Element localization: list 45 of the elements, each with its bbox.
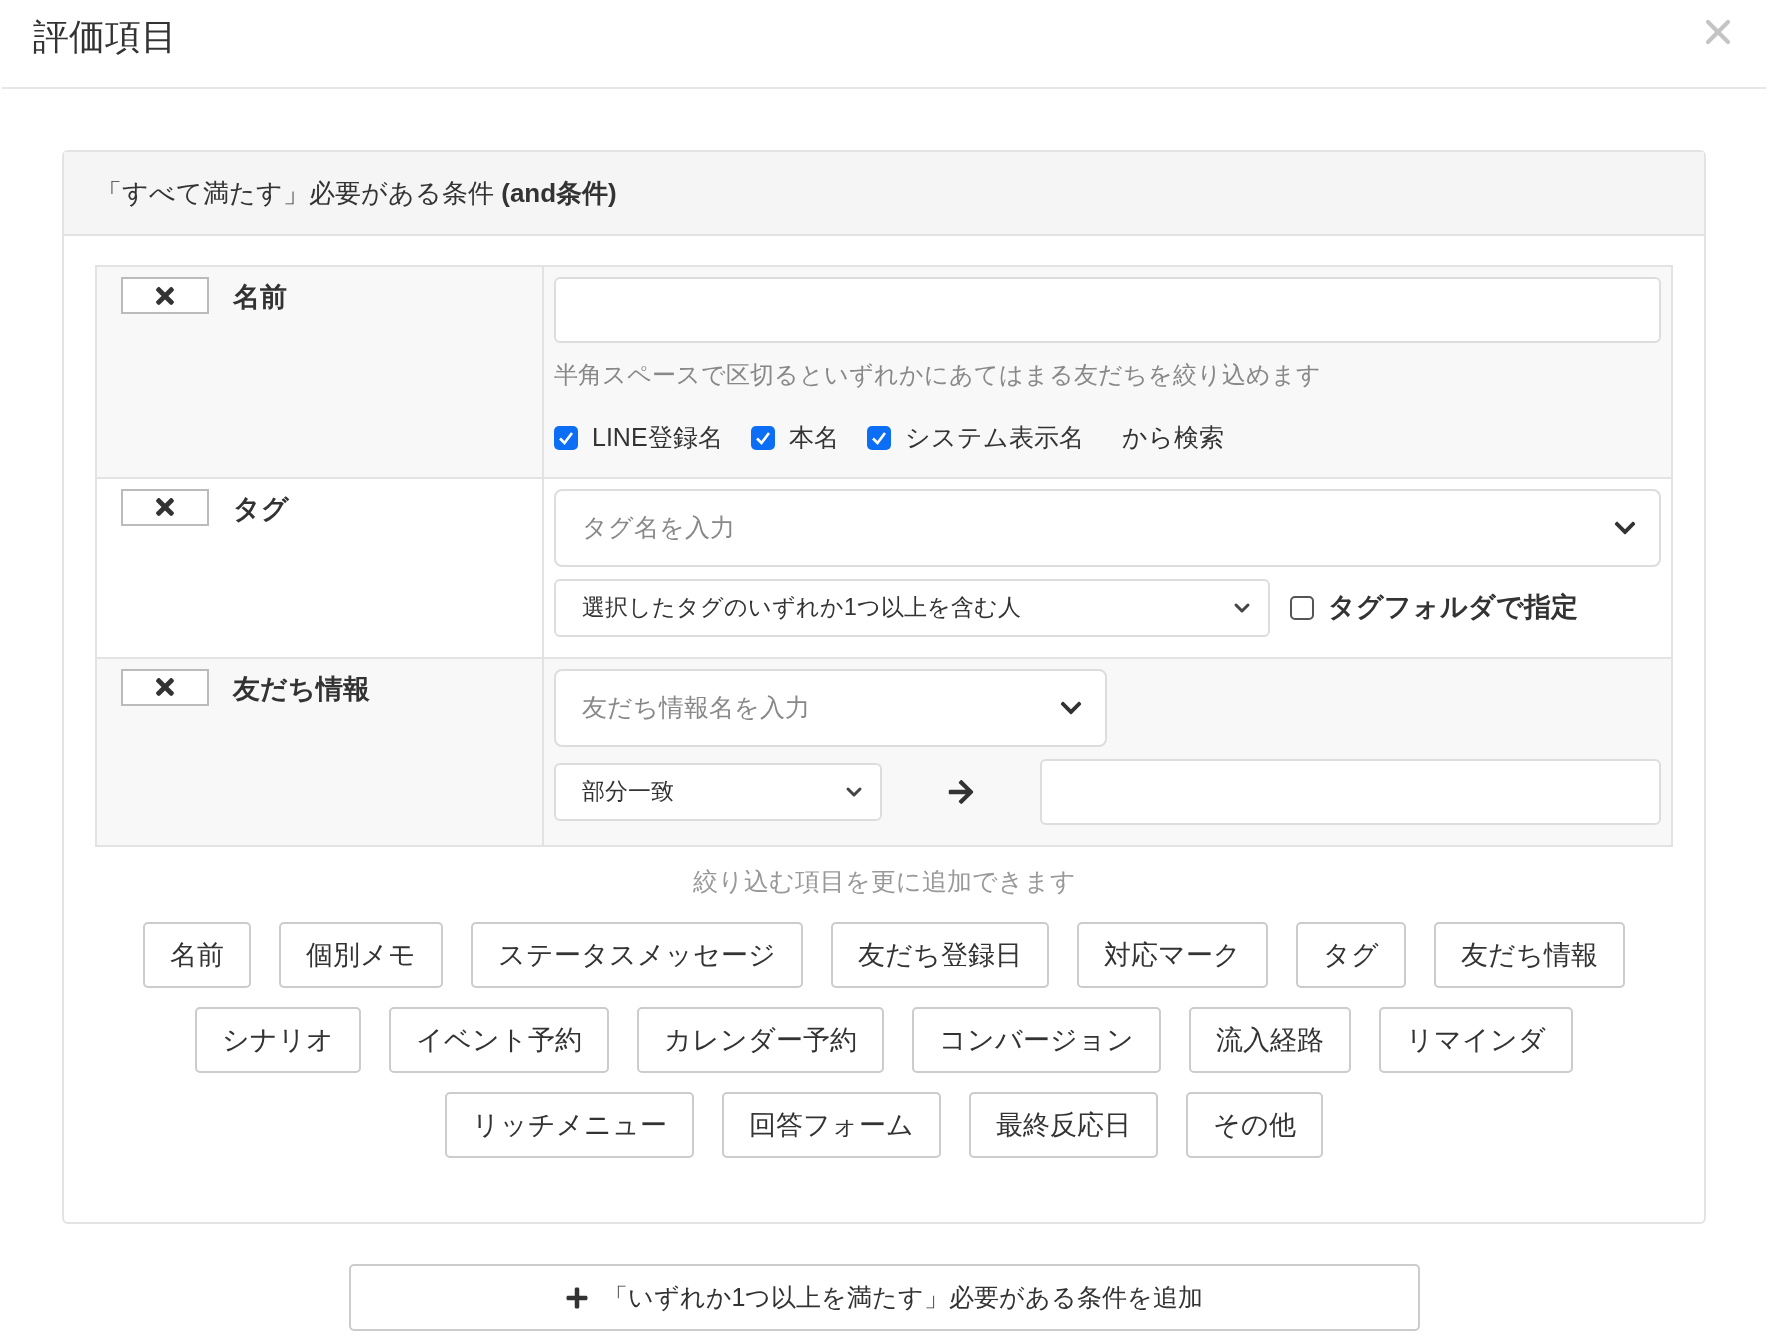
add-condition-button[interactable]: 「いずれか1つ以上を満たす」必要がある条件を追加 (348, 1264, 1420, 1331)
checkbox-label[interactable]: LINE登録名 (592, 419, 723, 457)
checkbox[interactable] (1290, 595, 1314, 620)
suffix-text: から検索 (1121, 422, 1224, 453)
checkbox[interactable] (554, 425, 578, 450)
condition-label: タグ (233, 492, 289, 526)
add-item-button[interactable]: 回答フォーム (722, 1092, 941, 1158)
checkbox-label[interactable]: 本名 (788, 419, 839, 457)
condition-label: 友だち情報 (233, 672, 370, 706)
value-field[interactable] (1040, 758, 1661, 825)
add-item-button[interactable]: ステータスメッセージ (471, 922, 803, 988)
condition-label: 名前 (233, 281, 287, 314)
dialog-title: 評価項目 (33, 15, 177, 59)
combo-field[interactable]: タグ名を入力 (554, 488, 1661, 567)
add-item-button[interactable]: カレンダー予約 (637, 1007, 884, 1073)
combo-field[interactable]: 友だち情報名を入力 (554, 668, 1107, 747)
checkbox-label[interactable]: タグフォルダで指定 (1328, 587, 1578, 628)
add-item-button[interactable]: シナリオ (195, 1007, 361, 1073)
group-title: 「すべて満たす」必要がある条件 (and条件) (96, 176, 617, 210)
add-item-button[interactable]: タグ (1296, 922, 1406, 988)
add-item-button[interactable]: リマインダ (1379, 1007, 1573, 1073)
add-item-button[interactable]: 対応マーク (1077, 922, 1268, 988)
match-select[interactable]: 部分一致 (554, 762, 882, 821)
add-item-button[interactable]: その他 (1186, 1092, 1323, 1158)
add-item-button[interactable]: イベント予約 (389, 1007, 609, 1073)
add-item-button[interactable]: 友だち登録日 (831, 922, 1049, 988)
arrow-right-icon (947, 777, 975, 806)
checkbox-label[interactable]: システム表示名 (904, 419, 1084, 457)
add-hint: 絞り込む項目を更に追加できます (692, 865, 1076, 897)
checkbox[interactable] (866, 425, 891, 450)
add-item-button[interactable]: 流入経路 (1189, 1007, 1351, 1073)
add-item-button[interactable]: リッチメニュー (445, 1092, 694, 1158)
remove-button[interactable] (121, 668, 209, 706)
add-item-button[interactable]: 友だち情報 (1434, 922, 1625, 988)
match-select[interactable]: 選択したタグのいずれか1つ以上を含む人 (554, 578, 1270, 637)
add-item-button[interactable]: 個別メモ (279, 922, 443, 988)
text-field[interactable] (554, 277, 1661, 343)
remove-button[interactable] (121, 488, 209, 526)
hint-text: 半角スペースで区切るといずれかにあてはまる友だちを絞り込めます (554, 360, 1322, 390)
add-item-button[interactable]: 最終反応日 (969, 1092, 1158, 1158)
add-item-button[interactable]: 名前 (143, 922, 251, 988)
checkbox[interactable] (750, 425, 775, 450)
remove-button[interactable] (121, 277, 209, 314)
plus-icon (564, 1285, 589, 1310)
add-item-button[interactable]: コンバージョン (912, 1007, 1161, 1073)
